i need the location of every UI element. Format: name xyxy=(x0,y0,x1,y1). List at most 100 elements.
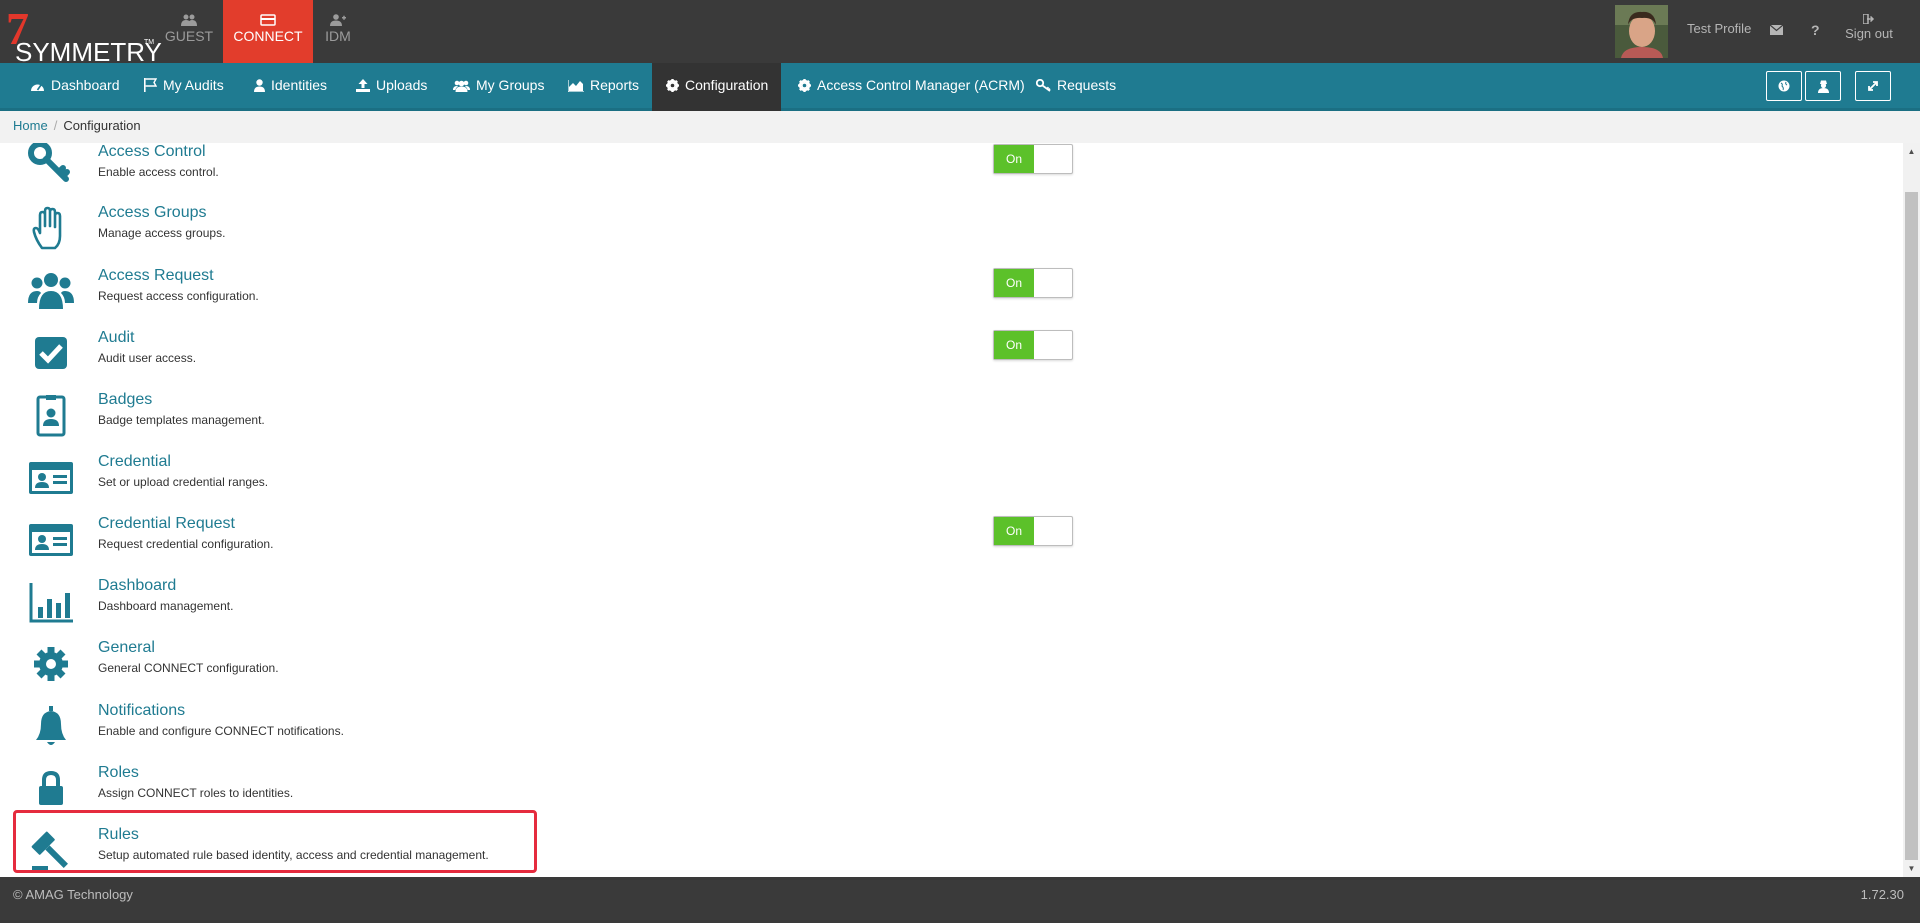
nav-configuration[interactable]: Configuration xyxy=(652,63,781,111)
upload-icon xyxy=(356,79,370,92)
credential-request-toggle[interactable]: On xyxy=(993,516,1073,546)
config-item-credential-request[interactable]: Credential Request Request credential co… xyxy=(0,515,1100,577)
tachometer-icon xyxy=(31,84,44,91)
key-icon xyxy=(28,143,70,182)
users-icon xyxy=(453,80,470,92)
scroll-up-arrow[interactable]: ▲ xyxy=(1903,143,1920,160)
nav-my-audits[interactable]: My Audits xyxy=(130,63,238,108)
config-item-title[interactable]: Credential xyxy=(98,453,171,471)
nav-uploads[interactable]: Uploads xyxy=(342,63,441,108)
access-request-toggle[interactable]: On xyxy=(993,268,1073,298)
nav-label: My Groups xyxy=(476,77,545,93)
globe-button[interactable] xyxy=(1766,71,1802,101)
app-tab-guest[interactable]: GUEST xyxy=(144,0,234,63)
gear-icon xyxy=(798,79,811,92)
config-item-credential[interactable]: Credential Set or upload credential rang… xyxy=(0,453,1100,515)
config-item-title[interactable]: General xyxy=(98,639,155,657)
gear-icon xyxy=(666,79,679,92)
config-item-title[interactable]: Access Control xyxy=(98,143,206,161)
id-card-icon xyxy=(29,462,73,494)
config-item-desc: Assign CONNECT roles to identities. xyxy=(98,786,294,800)
config-item-title[interactable]: Badges xyxy=(98,391,152,409)
config-item-badges[interactable]: Badges Badge templates management. xyxy=(0,391,1100,453)
nav-label: Dashboard xyxy=(51,77,120,93)
config-item-title[interactable]: Credential Request xyxy=(98,515,235,533)
help-icon[interactable]: ? xyxy=(1811,22,1820,38)
toggle-on-label: On xyxy=(994,145,1034,173)
hand-icon xyxy=(32,206,62,250)
config-item-audit[interactable]: Audit Audit user access. On xyxy=(0,329,1100,391)
flag-icon xyxy=(144,78,158,92)
config-item-dashboard[interactable]: Dashboard Dashboard management. xyxy=(0,577,1100,639)
nav-requests[interactable]: Requests xyxy=(1022,63,1130,108)
access-control-toggle[interactable]: On xyxy=(993,144,1073,174)
config-item-access-request[interactable]: Access Request Request access configurat… xyxy=(0,267,1100,329)
config-item-title[interactable]: Access Request xyxy=(98,267,214,285)
fullscreen-button[interactable] xyxy=(1855,71,1891,101)
audit-toggle[interactable]: On xyxy=(993,330,1073,360)
app-tab-label: CONNECT xyxy=(233,28,303,44)
config-item-notifications[interactable]: Notifications Enable and configure CONNE… xyxy=(0,702,1100,764)
expand-icon xyxy=(1868,81,1878,91)
config-item-title[interactable]: Dashboard xyxy=(98,577,176,595)
breadcrumb-current: Configuration xyxy=(63,118,141,133)
footer: © AMAG Technology 1.72.30 xyxy=(0,877,1920,923)
app-tab-label: IDM xyxy=(325,28,351,44)
nav-label: Configuration xyxy=(685,77,769,93)
config-item-general[interactable]: General General CONNECT configuration. xyxy=(0,639,1100,701)
nav-dashboard[interactable]: Dashboard xyxy=(16,63,134,108)
rules-highlight-box xyxy=(13,810,537,873)
toggle-on-label: On xyxy=(994,517,1034,545)
breadcrumb-separator: / xyxy=(53,118,58,133)
users-icon xyxy=(181,14,197,26)
sign-out-icon xyxy=(1863,14,1875,24)
users-icon xyxy=(28,273,74,309)
nav-my-groups[interactable]: My Groups xyxy=(439,63,558,108)
config-item-desc: Manage access groups. xyxy=(98,226,226,240)
area-chart-icon xyxy=(567,80,584,93)
config-item-access-control[interactable]: Access Control Enable access control. On xyxy=(0,143,1100,205)
user-secret-button[interactable] xyxy=(1805,71,1841,101)
bar-chart-icon xyxy=(29,583,73,623)
config-item-desc: Enable access control. xyxy=(98,165,219,179)
badge-icon xyxy=(36,395,66,437)
config-item-desc: Set or upload credential ranges. xyxy=(98,475,269,489)
nav-identities[interactable]: Identities xyxy=(240,63,341,108)
app-tab-idm[interactable]: IDM xyxy=(303,0,373,63)
breadcrumb-home[interactable]: Home xyxy=(13,118,48,133)
main-nav: Dashboard My Audits Identities Uploads M… xyxy=(0,63,1920,111)
configuration-list: Access Control Enable access control. On… xyxy=(0,143,1903,877)
config-item-desc: Enable and configure CONNECT notificatio… xyxy=(98,724,344,738)
app-tab-connect[interactable]: CONNECT xyxy=(223,0,313,63)
nav-label: Identities xyxy=(271,77,328,93)
id-card-icon xyxy=(29,524,73,556)
config-item-desc: Request access configuration. xyxy=(98,289,259,303)
scrollbar-thumb[interactable] xyxy=(1905,192,1918,860)
user-secret-icon xyxy=(1817,80,1829,93)
config-item-desc: Request credential configuration. xyxy=(98,537,274,551)
scroll-down-arrow[interactable]: ▼ xyxy=(1903,860,1920,877)
envelope-icon[interactable] xyxy=(1769,22,1784,38)
config-item-title[interactable]: Access Groups xyxy=(98,204,206,222)
symmetry-logo[interactable]: 7 SYMMETRY TM xyxy=(6,6,162,68)
bell-icon xyxy=(36,706,66,745)
nav-reports[interactable]: Reports xyxy=(554,63,653,108)
avatar[interactable] xyxy=(1615,5,1668,58)
user-icon xyxy=(254,79,265,92)
config-item-access-groups[interactable]: Access Groups Manage access groups. xyxy=(0,204,1100,266)
footer-version: 1.72.30 xyxy=(1860,887,1904,902)
credit-card-icon xyxy=(260,14,276,26)
sign-out-label: Sign out xyxy=(1845,26,1893,41)
nav-acrm[interactable]: Access Control Manager (ACRM) xyxy=(784,63,1039,108)
config-item-title[interactable]: Notifications xyxy=(98,702,185,720)
profile-name[interactable]: Test Profile xyxy=(1687,21,1751,36)
toggle-on-label: On xyxy=(994,269,1034,297)
config-item-title[interactable]: Audit xyxy=(98,329,134,347)
config-item-title[interactable]: Roles xyxy=(98,764,139,782)
top-bar: 7 SYMMETRY TM GUEST CONNECT IDM Test Pro… xyxy=(0,0,1920,68)
footer-copyright: © AMAG Technology xyxy=(13,887,133,902)
nav-label: Reports xyxy=(590,77,640,93)
nav-label: Uploads xyxy=(376,77,428,93)
sign-out-button[interactable]: Sign out xyxy=(1838,14,1900,41)
nav-label: My Audits xyxy=(163,77,224,93)
